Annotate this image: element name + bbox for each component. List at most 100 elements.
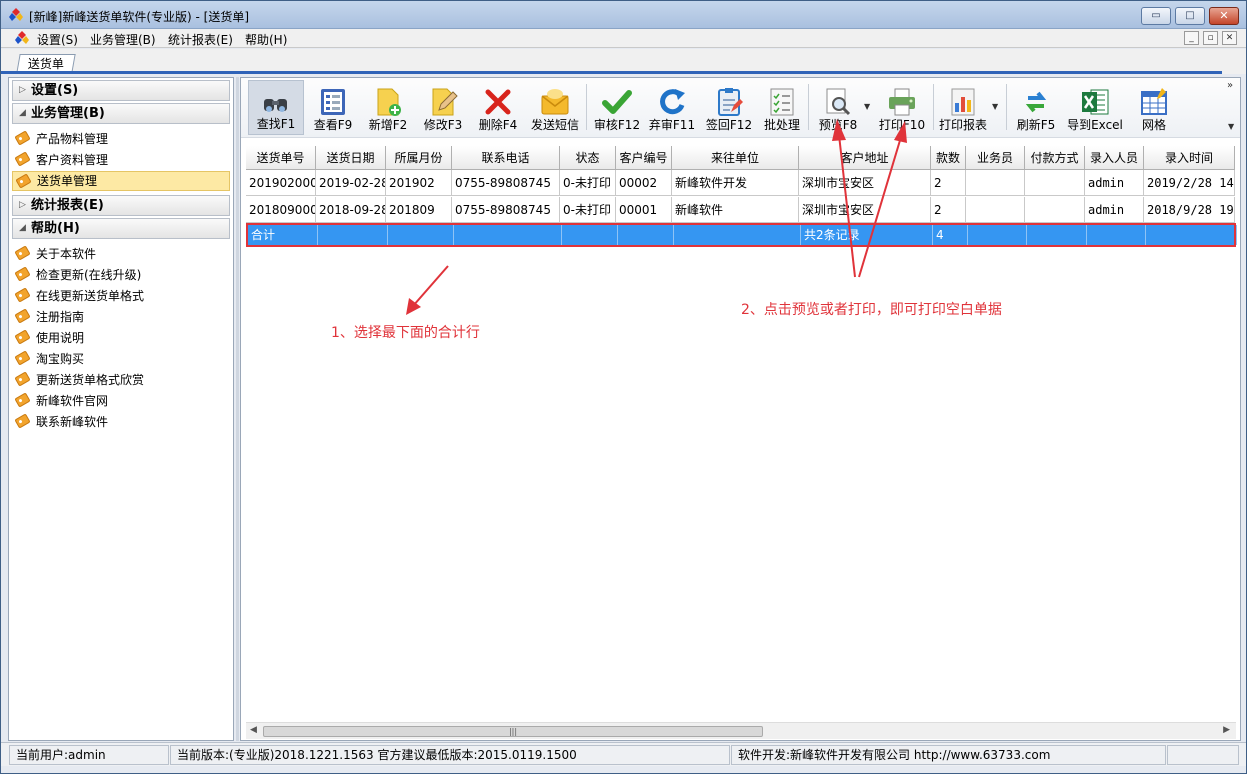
sidebar-group-settings[interactable]: ▷ 设置(S) <box>12 80 230 101</box>
scroll-right-icon[interactable]: ▶ <box>1223 725 1230 735</box>
mdi-close-button[interactable]: ✕ <box>1222 31 1237 45</box>
delivery-grid: 送货单号 送货日期 所属月份 联系电话 状态 客户编号 来往单位 客户地址 款数 业务员 付款方式录… <box>246 146 1237 726</box>
sidebar-group-business[interactable]: ◢ 业务管理(B) <box>12 103 230 124</box>
sidebar-item-label: 使用说明 <box>36 331 85 345</box>
summary-row[interactable]: 合计 共2条记录 4 <box>246 223 1237 247</box>
summary-cell <box>1146 225 1237 245</box>
expanded-arrow-icon: ◢ <box>19 108 26 118</box>
export-excel-button[interactable]: 导到Excel <box>1064 80 1126 135</box>
sidebar-item-label: 联系新峰软件 <box>36 415 109 429</box>
sidebar-item-contact[interactable]: 联系新峰软件 <box>12 412 230 432</box>
tag-icon <box>14 245 31 261</box>
menu-business[interactable]: 业务管理(B) <box>90 31 156 48</box>
column-header[interactable]: 款数 <box>931 146 966 170</box>
batch-button[interactable]: 批处理 <box>760 80 804 135</box>
refresh-button[interactable]: 刷新F5 <box>1011 80 1061 135</box>
collapsed-arrow-icon: ▷ <box>19 85 26 95</box>
table-cell: 201809 <box>386 197 452 223</box>
annotation-step2: 2、点击预览或者打印，即可打印空白单据 <box>741 302 1002 318</box>
tag-icon <box>14 151 31 167</box>
sidebar-item-customers[interactable]: 客户资料管理 <box>12 150 230 170</box>
sidebar-group-help[interactable]: ◢ 帮助(H) <box>12 218 230 239</box>
tag-icon <box>15 173 32 189</box>
sidebar-item-register[interactable]: 注册指南 <box>12 307 230 327</box>
tag-icon <box>14 266 31 282</box>
delete-button[interactable]: 删除F4 <box>472 80 524 135</box>
window-title: [新峰]新峰送货单软件(专业版) - [送货单] <box>29 10 250 24</box>
column-header[interactable]: 送货单号 <box>246 146 316 170</box>
sidebar-item-check-update[interactable]: 检查更新(在线升级) <box>12 265 230 285</box>
toolbar-separator <box>808 84 809 130</box>
menu-reports[interactable]: 统计报表(E) <box>168 31 233 48</box>
menu-bar: 设置(S) 业务管理(B) 统计报表(E) 帮助(H) <box>1 29 1246 48</box>
column-header[interactable]: 联系电话 <box>452 146 560 170</box>
sign-icon <box>718 88 743 116</box>
menu-help[interactable]: 帮助(H) <box>245 31 287 48</box>
sidebar: ▷ 设置(S) ◢ 业务管理(B) 产品物料管理 客户资料管理 送货单管理 ▷ 统计报… <box>8 77 234 741</box>
preview-button[interactable]: 预览F8 <box>813 80 863 135</box>
sidebar-item-website[interactable]: 新峰软件官网 <box>12 391 230 411</box>
sidebar-item-taobao[interactable]: 淘宝购买 <box>12 349 230 369</box>
sidebar-item-manual[interactable]: 使用说明 <box>12 328 230 348</box>
mdi-minimize-button[interactable]: _ <box>1184 31 1199 45</box>
new-button[interactable]: 新增F2 <box>362 80 414 135</box>
preview-dropdown-icon[interactable]: ▼ <box>864 102 870 111</box>
sidebar-item-delivery-notes[interactable]: 送货单管理 <box>12 171 230 191</box>
status-extra <box>1167 745 1239 765</box>
sms-icon <box>541 89 569 115</box>
send-sms-label: 发送短信 <box>530 118 579 132</box>
mdi-restore-button[interactable]: ▫ <box>1203 31 1218 45</box>
column-header[interactable]: 付款方式 <box>1025 146 1085 170</box>
view-label: 查看F9 <box>313 118 353 132</box>
print-button[interactable]: 打印F10 <box>875 80 929 135</box>
sidebar-item-label: 新峰软件官网 <box>36 394 109 408</box>
close-button[interactable]: ✕ <box>1209 7 1239 25</box>
table-cell: admin <box>1085 197 1144 223</box>
tag-icon <box>14 287 31 303</box>
column-header[interactable]: 状态 <box>560 146 616 170</box>
collapsed-arrow-icon: ▷ <box>19 200 26 210</box>
table-cell <box>966 170 1025 196</box>
menu-settings[interactable]: 设置(S) <box>37 31 78 48</box>
pane-splitter[interactable] <box>236 77 239 741</box>
title-bar[interactable]: [新峰]新峰送货单软件(专业版) - [送货单] ▭ □ ✕ <box>1 1 1246 29</box>
grid-button[interactable]: 网格 <box>1129 80 1179 135</box>
horizontal-scrollbar[interactable]: ◀ ||| ▶ <box>246 722 1236 739</box>
unapprove-button[interactable]: 弃审F11 <box>646 80 698 135</box>
column-header[interactable]: 客户地址 <box>799 146 931 170</box>
sign-back-button[interactable]: 签回F12 <box>701 80 757 135</box>
column-header[interactable]: 录入时间 <box>1144 146 1235 170</box>
column-header[interactable]: 客户编号 <box>616 146 672 170</box>
toolbar-customize-icon[interactable]: ▼ <box>1228 122 1234 131</box>
table-cell: 2 <box>931 170 966 196</box>
scroll-left-icon[interactable]: ◀ <box>250 725 257 735</box>
view-button[interactable]: 查看F9 <box>307 80 359 135</box>
print-report-button[interactable]: 打印报表 <box>936 80 990 135</box>
refresh-blue-icon <box>660 89 685 115</box>
column-header[interactable]: 送货日期 <box>316 146 386 170</box>
send-sms-button[interactable]: 发送短信 <box>527 80 583 135</box>
printer-icon <box>889 88 915 116</box>
maximize-button[interactable]: □ <box>1175 7 1205 25</box>
find-button[interactable]: 查找F1 <box>248 80 304 135</box>
column-header[interactable]: 所属月份 <box>386 146 452 170</box>
print-label: 打印F10 <box>878 118 926 132</box>
report-dropdown-icon[interactable]: ▼ <box>992 102 998 111</box>
approve-button[interactable]: 审核F12 <box>591 80 643 135</box>
scroll-thumb[interactable]: ||| <box>263 726 763 737</box>
sidebar-item-online-format[interactable]: 在线更新送货单格式 <box>12 286 230 306</box>
table-cell: 2019020001 <box>246 170 316 196</box>
toolbar-overflow-icon[interactable]: » <box>1227 80 1233 91</box>
sidebar-group-reports[interactable]: ▷ 统计报表(E) <box>12 195 230 216</box>
sidebar-item-label: 在线更新送货单格式 <box>36 289 145 303</box>
minimize-button[interactable]: ▭ <box>1141 7 1171 25</box>
sidebar-item-about[interactable]: 关于本软件 <box>12 244 230 264</box>
sidebar-item-products[interactable]: 产品物料管理 <box>12 129 230 149</box>
column-header[interactable]: 业务员 <box>966 146 1025 170</box>
column-header[interactable]: 来往单位 <box>672 146 799 170</box>
sidebar-item-format-gallery[interactable]: 更新送货单格式欣赏 <box>12 370 230 390</box>
app-logo-icon <box>9 8 23 21</box>
tag-icon <box>14 413 31 429</box>
column-header[interactable]: 录入人员 <box>1085 146 1144 170</box>
edit-button[interactable]: 修改F3 <box>417 80 469 135</box>
